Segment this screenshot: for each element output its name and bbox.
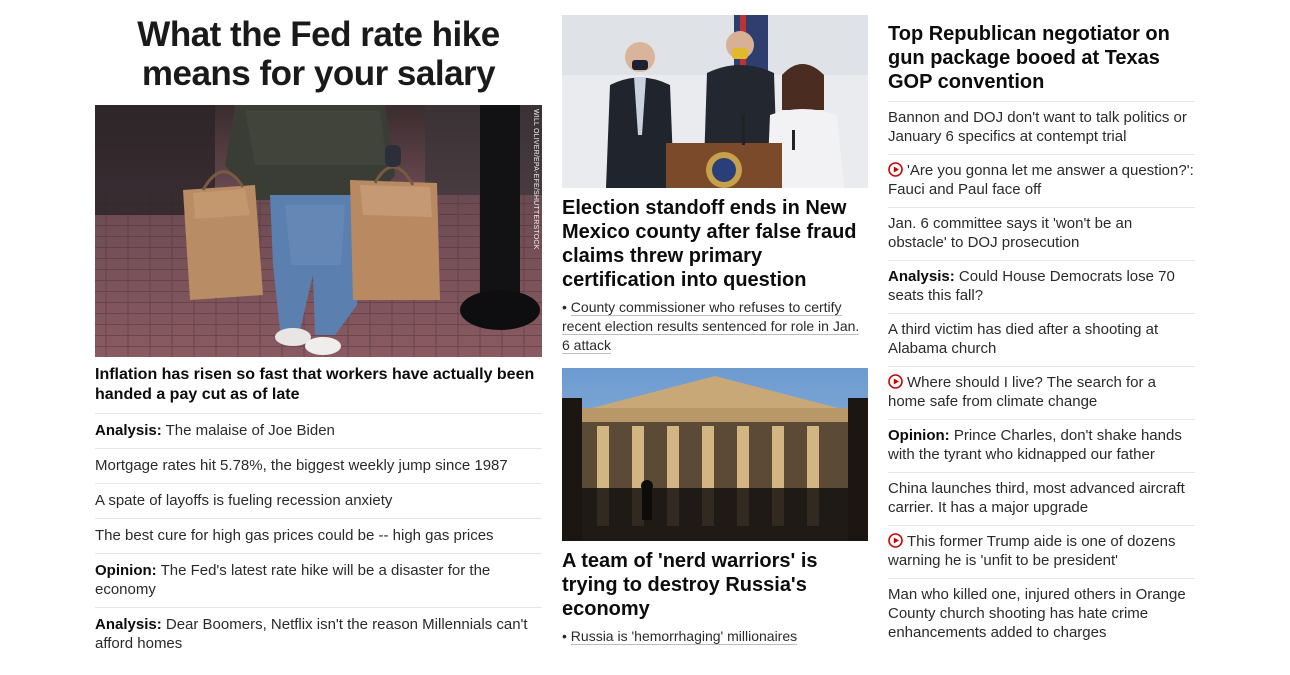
list-item[interactable]: Opinion: Prince Charles, don't shake han… (888, 419, 1195, 472)
list-item[interactable]: Where should I live? The search for a ho… (888, 366, 1195, 419)
list-item[interactable]: This former Trump aide is one of dozens … (888, 525, 1195, 578)
election-press-image[interactable] (562, 15, 868, 188)
list-item[interactable]: Analysis: Dear Boomers, Netflix isn't th… (95, 607, 542, 661)
election-related-bullet[interactable]: • County commissioner who refuses to cer… (562, 298, 868, 355)
item-tag: Opinion: (888, 427, 950, 444)
item-text: The best cure for high gas prices could … (95, 527, 494, 544)
item-tag: Analysis: (888, 268, 955, 285)
treasury-building-image[interactable] (562, 368, 868, 541)
bullet-link[interactable]: County commissioner who refuses to certi… (562, 299, 860, 354)
lead-image[interactable]: WILL OLIVER/EPA-EFE/SHUTTERSTOCK (95, 105, 542, 357)
item-tag: Analysis: (95, 616, 162, 633)
lead-package: What the Fed rate hike means for your sa… (95, 0, 542, 661)
item-text: Jan. 6 committee says it 'won't be an ob… (888, 215, 1133, 251)
list-item[interactable]: Mortgage rates hit 5.78%, the biggest we… (95, 448, 542, 483)
russia-headline[interactable]: A team of 'nerd warriors' is trying to d… (562, 549, 868, 621)
video-play-icon (888, 162, 903, 177)
item-tag: Analysis: (95, 422, 162, 439)
list-item[interactable]: Opinion: The Fed's latest rate hike will… (95, 553, 542, 607)
list-item[interactable]: 'Are you gonna let me answer a question?… (888, 154, 1195, 207)
russia-related-bullet[interactable]: • Russia is 'hemorrhaging' millionaires (562, 627, 868, 646)
item-text: Where should I live? The search for a ho… (888, 374, 1157, 410)
list-item[interactable]: Analysis: Could House Democrats lose 70 … (888, 260, 1195, 313)
item-text: The malaise of Joe Biden (165, 422, 335, 439)
list-item[interactable]: Jan. 6 committee says it 'won't be an ob… (888, 207, 1195, 260)
list-item[interactable]: Analysis: The malaise of Joe Biden (95, 413, 542, 448)
headline-list: Bannon and DOJ don't want to talk politi… (888, 101, 1195, 650)
bullet-link[interactable]: Russia is 'hemorrhaging' millionaires (570, 628, 798, 645)
lead-caption[interactable]: Inflation has risen so fast that workers… (95, 365, 542, 413)
item-text: 'Are you gonna let me answer a question?… (888, 162, 1194, 198)
photo-credit: WILL OLIVER/EPA-EFE/SHUTTERSTOCK (532, 109, 539, 250)
item-text: Bannon and DOJ don't want to talk politi… (888, 109, 1187, 145)
lead-headline[interactable]: What the Fed rate hike means for your sa… (95, 15, 542, 93)
list-item[interactable]: A spate of layoffs is fueling recession … (95, 483, 542, 518)
item-text: China launches third, most advanced airc… (888, 480, 1185, 516)
election-headline[interactable]: Election standoff ends in New Mexico cou… (562, 196, 868, 292)
video-play-icon (888, 533, 903, 548)
item-text: A spate of layoffs is fueling recession … (95, 492, 393, 509)
item-tag: Opinion: (95, 562, 157, 579)
list-item[interactable]: The best cure for high gas prices could … (95, 518, 542, 553)
list-item[interactable]: Man who killed one, injured others in Or… (888, 578, 1195, 650)
middle-stories: Election standoff ends in New Mexico cou… (562, 0, 868, 646)
item-text: This former Trump aide is one of dozens … (888, 533, 1176, 569)
top-stories-list: Top Republican negotiator on gun package… (888, 0, 1195, 650)
list-item[interactable]: China launches third, most advanced airc… (888, 472, 1195, 525)
lead-related-list: Analysis: The malaise of Joe Biden Mortg… (95, 413, 542, 661)
list-item[interactable]: A third victim has died after a shooting… (888, 313, 1195, 366)
item-text: Man who killed one, injured others in Or… (888, 586, 1186, 641)
item-text: Mortgage rates hit 5.78%, the biggest we… (95, 457, 508, 474)
item-text: A third victim has died after a shooting… (888, 321, 1159, 357)
video-play-icon (888, 374, 903, 389)
list-item[interactable]: Bannon and DOJ don't want to talk politi… (888, 101, 1195, 154)
top-headline[interactable]: Top Republican negotiator on gun package… (888, 22, 1195, 101)
